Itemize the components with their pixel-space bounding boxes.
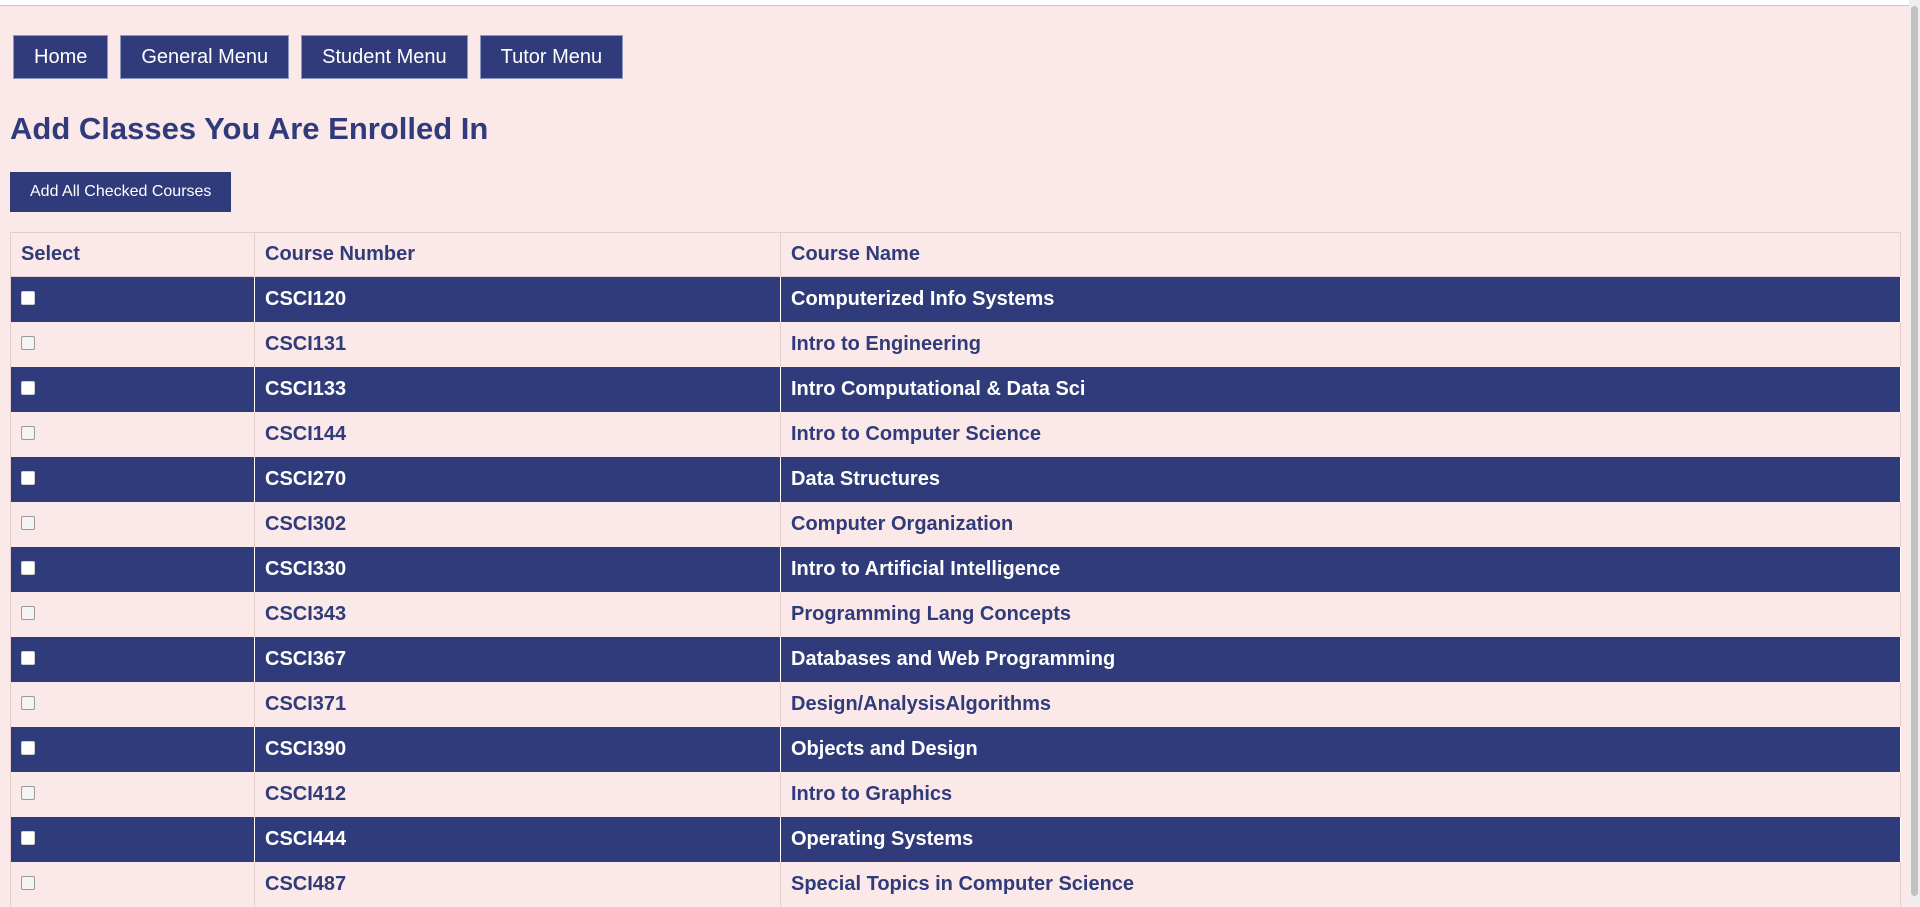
course-checkbox[interactable] xyxy=(21,786,35,800)
select-cell xyxy=(10,547,255,592)
course-name: Intro to Graphics xyxy=(780,772,1901,817)
nav-general-menu-button[interactable]: General Menu xyxy=(120,35,290,79)
course-number: CSCI302 xyxy=(254,502,781,547)
table-row: CSCI270 Data Structures xyxy=(10,457,1901,502)
page-title: Add Classes You Are Enrolled In xyxy=(10,111,489,146)
table-row: CSCI487 Special Topics in Computer Scienc… xyxy=(10,862,1901,907)
course-checkbox[interactable] xyxy=(21,741,35,755)
scrollbar-thumb[interactable] xyxy=(1911,6,1918,896)
top-nav: Home General Menu Student Menu Tutor Men… xyxy=(13,35,1900,79)
course-checkbox[interactable] xyxy=(21,516,35,530)
course-name: Intro to Artificial Intelligence xyxy=(780,547,1901,592)
page-content: Home General Menu Student Menu Tutor Men… xyxy=(10,35,1901,907)
nav-tutor-menu-button[interactable]: Tutor Menu xyxy=(479,35,624,79)
courses-table: Select Course Number Course Name CSCI120… xyxy=(10,232,1901,907)
add-checked-courses-button[interactable]: Add All Checked Courses xyxy=(10,172,232,212)
select-cell xyxy=(10,817,255,862)
course-number: CSCI412 xyxy=(254,772,781,817)
table-row: CSCI371 Design/AnalysisAlgorithms xyxy=(10,682,1901,727)
table-row: CSCI144 Intro to Computer Science xyxy=(10,412,1901,457)
course-number: CSCI131 xyxy=(254,322,781,367)
table-row: CSCI302 Computer Organization xyxy=(10,502,1901,547)
vertical-scrollbar[interactable] xyxy=(1909,0,1920,906)
course-checkbox[interactable] xyxy=(21,651,35,665)
course-number: CSCI120 xyxy=(254,276,781,322)
table-header-row: Select Course Number Course Name xyxy=(10,232,1901,277)
course-checkbox[interactable] xyxy=(21,291,35,305)
course-name: Intro to Computer Science xyxy=(780,412,1901,457)
course-checkbox[interactable] xyxy=(21,471,35,485)
course-number: CSCI371 xyxy=(254,682,781,727)
course-name: Operating Systems xyxy=(780,817,1901,862)
course-number: CSCI367 xyxy=(254,637,781,682)
course-checkbox[interactable] xyxy=(21,561,35,575)
course-name: Intro Computational & Data Sci xyxy=(780,367,1901,412)
course-checkbox[interactable] xyxy=(21,381,35,395)
course-name: Databases and Web Programming xyxy=(780,637,1901,682)
browser-top-edge xyxy=(0,0,1909,6)
table-row: CSCI120 Computerized Info Systems xyxy=(10,276,1901,322)
nav-home-button[interactable]: Home xyxy=(13,35,109,79)
select-cell xyxy=(10,367,255,412)
nav-student-menu-button[interactable]: Student Menu xyxy=(301,35,468,79)
course-number: CSCI270 xyxy=(254,457,781,502)
header-course-name: Course Name xyxy=(780,232,1901,277)
course-checkbox[interactable] xyxy=(21,336,35,350)
course-name: Data Structures xyxy=(780,457,1901,502)
select-cell xyxy=(10,727,255,772)
course-number: CSCI444 xyxy=(254,817,781,862)
course-checkbox[interactable] xyxy=(21,876,35,890)
select-cell xyxy=(10,682,255,727)
select-cell xyxy=(10,276,255,322)
course-number: CSCI144 xyxy=(254,412,781,457)
course-number: CSCI133 xyxy=(254,367,781,412)
course-number: CSCI343 xyxy=(254,592,781,637)
course-name: Design/AnalysisAlgorithms xyxy=(780,682,1901,727)
select-cell xyxy=(10,862,255,907)
table-row: CSCI390 Objects and Design xyxy=(10,727,1901,772)
course-number: CSCI330 xyxy=(254,547,781,592)
header-select: Select xyxy=(10,232,255,277)
course-checkbox[interactable] xyxy=(21,606,35,620)
select-cell xyxy=(10,592,255,637)
course-name: Objects and Design xyxy=(780,727,1901,772)
select-cell xyxy=(10,322,255,367)
course-checkbox[interactable] xyxy=(21,426,35,440)
course-name: Computerized Info Systems xyxy=(780,276,1901,322)
table-row: CSCI330 Intro to Artificial Intelligence xyxy=(10,547,1901,592)
header-course-number: Course Number xyxy=(254,232,781,277)
select-cell xyxy=(10,637,255,682)
course-number: CSCI487 xyxy=(254,862,781,907)
select-cell xyxy=(10,457,255,502)
select-cell xyxy=(10,412,255,457)
table-row: CSCI367 Databases and Web Programming xyxy=(10,637,1901,682)
course-name: Intro to Engineering xyxy=(780,322,1901,367)
table-row: CSCI131 Intro to Engineering xyxy=(10,322,1901,367)
table-row: CSCI444 Operating Systems xyxy=(10,817,1901,862)
course-checkbox[interactable] xyxy=(21,696,35,710)
table-row: CSCI412 Intro to Graphics xyxy=(10,772,1901,817)
course-name: Programming Lang Concepts xyxy=(780,592,1901,637)
table-row: CSCI133 Intro Computational & Data Sci xyxy=(10,367,1901,412)
course-number: CSCI390 xyxy=(254,727,781,772)
course-name: Computer Organization xyxy=(780,502,1901,547)
select-cell xyxy=(10,772,255,817)
course-name: Special Topics in Computer Science xyxy=(780,862,1901,907)
course-checkbox[interactable] xyxy=(21,831,35,845)
select-cell xyxy=(10,502,255,547)
table-row: CSCI343 Programming Lang Concepts xyxy=(10,592,1901,637)
